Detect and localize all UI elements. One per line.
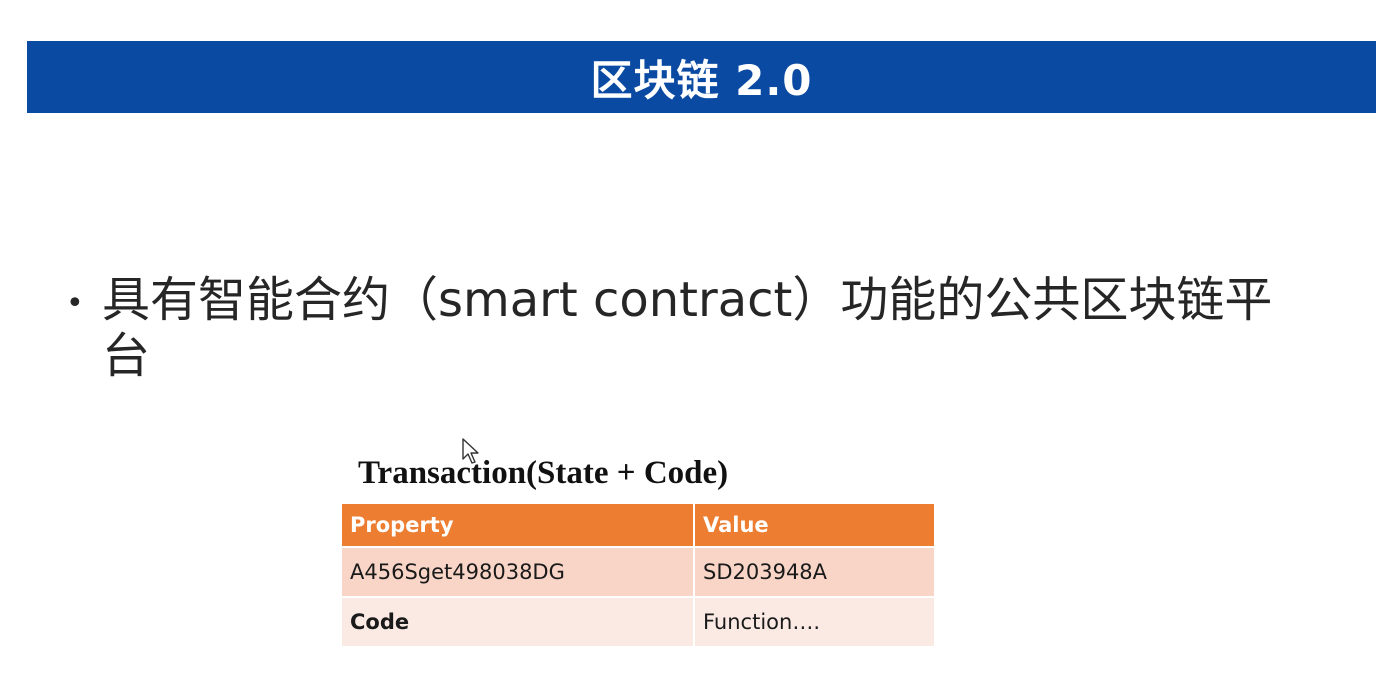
header-value: Value xyxy=(694,504,936,548)
bullet-point: • 具有智能合约（smart contract）功能的公共区块链平台 xyxy=(66,272,1306,384)
table-header-row: Property Value xyxy=(342,504,936,548)
table-caption: Transaction(State + Code) xyxy=(358,455,729,491)
bullet-marker: • xyxy=(66,286,84,321)
table-cell: Code xyxy=(342,597,695,648)
table-cell: SD203948A xyxy=(694,547,936,598)
title-banner: 区块链 2.0 xyxy=(27,41,1376,113)
header-property: Property xyxy=(342,504,695,548)
table-row: A456Sget498038DG SD203948A xyxy=(342,547,936,598)
bullet-text: 具有智能合约（smart contract）功能的公共区块链平台 xyxy=(102,272,1273,384)
transaction-table: Property Value A456Sget498038DG SD203948… xyxy=(342,504,936,648)
slide-title: 区块链 2.0 xyxy=(590,55,813,105)
table-cell: A456Sget498038DG xyxy=(342,547,695,598)
table-row: Code Function…. xyxy=(342,597,936,648)
table-cell: Function…. xyxy=(694,597,936,648)
